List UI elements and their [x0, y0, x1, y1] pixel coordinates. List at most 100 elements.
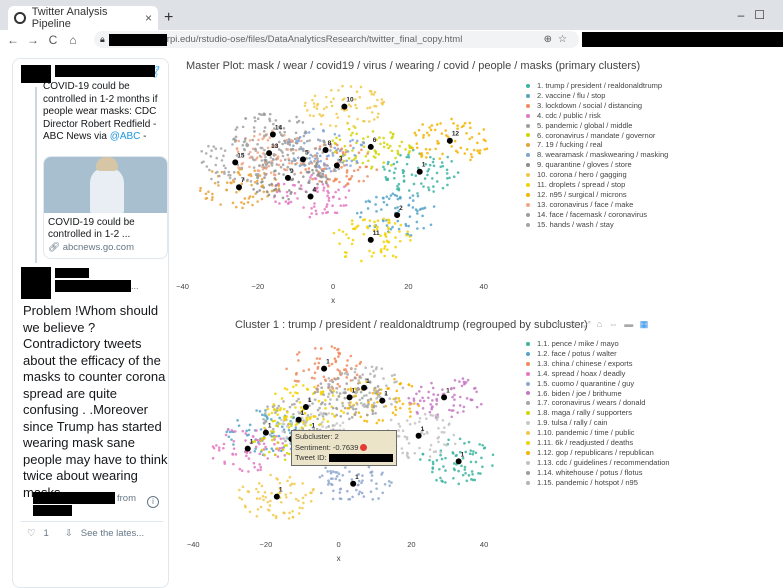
legend-item[interactable]: 4. cdc / public / risk: [526, 111, 668, 121]
legend-item[interactable]: 5. pandemic / global / middle: [526, 121, 668, 131]
legend-item[interactable]: 1.13. cdc / guidelines / recommendation: [526, 458, 670, 468]
centroid-marker[interactable]: [307, 193, 314, 200]
centroid-label: 15: [237, 152, 245, 159]
zoom-icon[interactable]: ⊕☆: [544, 34, 573, 45]
data-point: [273, 442, 276, 446]
legend-item[interactable]: 1.6. biden / joe / brithume: [526, 389, 670, 399]
centroid-marker[interactable]: [295, 416, 302, 423]
centroid-marker[interactable]: [341, 103, 348, 110]
legend-item[interactable]: 1.2. face / potus / walter: [526, 349, 670, 359]
reload-icon[interactable]: C: [46, 33, 60, 47]
master-scatter-plot[interactable]: 123456789101112131415−40 −20 0 20 40x: [165, 79, 505, 311]
centroid-marker[interactable]: [236, 184, 242, 191]
back-icon[interactable]: ←: [6, 33, 20, 47]
centroid-marker[interactable]: [394, 212, 401, 219]
quoted-mention-link[interactable]: @ABC: [110, 131, 141, 142]
centroid-marker[interactable]: [441, 394, 448, 401]
see-latest-icon[interactable]: ⇩: [65, 528, 73, 539]
plot-toolbar[interactable]: ⊕ ⊖ ⤢ ⌂ ⇔ ▬ ▦: [555, 319, 650, 330]
legend-item[interactable]: 9. quarantine / gloves / store: [526, 160, 668, 170]
new-tab-icon[interactable]: +: [164, 9, 173, 27]
centroid-marker[interactable]: [379, 397, 386, 404]
plot2-legend[interactable]: 1.1. pence / mike / mayo 1.2. face / potu…: [526, 339, 670, 488]
legend-item[interactable]: 8. wearamask / maskwearing / masking: [526, 150, 668, 160]
legend-item[interactable]: 1.3. china / chinese / exports: [526, 359, 670, 369]
centroid-marker[interactable]: [262, 429, 269, 436]
legend-item[interactable]: 7. 19 / fucking / real: [526, 140, 668, 150]
legend-item[interactable]: 15. hands / wash / stay: [526, 220, 668, 230]
legend-item[interactable]: 14. face / facemask / coronavirus: [526, 210, 668, 220]
quoted-author-name[interactable]: [55, 65, 155, 77]
centroid-marker[interactable]: [300, 156, 306, 163]
legend-item[interactable]: 1.7. coronavirus / wears / donald: [526, 398, 670, 408]
data-point: [346, 150, 350, 153]
centroid-marker[interactable]: [321, 365, 328, 372]
data-point: [218, 174, 221, 178]
address-bar[interactable]: 🔒︎ rpi.edu/rstudio-ose/files/DataAnalyti…: [94, 31, 579, 48]
plotly-logo-icon[interactable]: ▦: [640, 319, 651, 329]
centroid-marker[interactable]: [244, 445, 251, 452]
window-controls[interactable]: –☐: [738, 8, 775, 22]
data-point: [436, 393, 440, 397]
legend-item[interactable]: 3. lockdown / social / distancing: [526, 101, 668, 111]
link-card[interactable]: COVID-19 could be controlled in 1-2 ... …: [43, 156, 168, 259]
data-point: [343, 406, 347, 410]
centroid-marker[interactable]: [232, 159, 239, 166]
close-tab-icon[interactable]: ×: [145, 11, 152, 25]
legend-item[interactable]: 1.1. pence / mike / mayo: [526, 339, 670, 349]
centroid-marker[interactable]: [367, 236, 374, 243]
data-point: [257, 481, 261, 485]
legend-item[interactable]: 1.14. whitehouse / potus / flotus: [526, 468, 670, 478]
author-handle[interactable]: [55, 280, 131, 292]
heart-icon[interactable]: ♡: [27, 528, 36, 539]
centroid-marker[interactable]: [367, 143, 374, 150]
info-icon[interactable]: i: [147, 496, 159, 508]
legend-item[interactable]: 2. vaccine / flu / stop: [526, 91, 668, 101]
legend-item[interactable]: 1.9. tulsa / rally / cain: [526, 418, 670, 428]
legend-item[interactable]: 1.10. pandemic / time / public: [526, 428, 670, 438]
legend-item[interactable]: 1.11. 6k / readjusted / deaths: [526, 438, 670, 448]
centroid-marker[interactable]: [284, 174, 291, 181]
centroid-marker[interactable]: [346, 394, 353, 401]
data-point: [415, 410, 419, 414]
see-latest-link[interactable]: See the lates...: [81, 528, 144, 539]
legend-item[interactable]: 1.5. cuomo / quarantine / guy: [526, 379, 670, 389]
centroid-marker[interactable]: [446, 137, 453, 144]
legend-item[interactable]: 6. coronavirus / mandate / governor: [526, 131, 668, 141]
legend-item[interactable]: 12. n95 / surgical / microns: [526, 190, 668, 200]
legend-item[interactable]: 1.15. pandemic / hotspot / n95: [526, 478, 670, 488]
author-avatar[interactable]: [21, 267, 51, 299]
legend-item[interactable]: 13. coronavirus / face / make: [526, 200, 668, 210]
centroid-marker[interactable]: [415, 432, 422, 439]
legend-item[interactable]: 11. droplets / spread / stop: [526, 180, 668, 190]
data-point: [214, 171, 218, 175]
data-point: [345, 382, 349, 385]
legend-item[interactable]: 1.8. maga / rally / supporters: [526, 408, 670, 418]
centroid-marker[interactable]: [302, 404, 309, 410]
centroid-marker[interactable]: [269, 131, 276, 138]
home-icon[interactable]: ⌂: [66, 33, 80, 47]
centroid-marker[interactable]: [333, 162, 340, 169]
legend-item[interactable]: 1.4. spread / hoax / deadly: [526, 369, 670, 379]
legend-item[interactable]: 1.12. gop / republicans / republican: [526, 448, 670, 458]
plot1-legend[interactable]: 1. trump / president / realdonaldtrump 2.…: [526, 81, 668, 230]
centroid-marker[interactable]: [361, 384, 368, 391]
centroid-marker[interactable]: [322, 147, 329, 154]
legend-item[interactable]: 1. trump / president / realdonaldtrump: [526, 81, 668, 91]
centroid-label: 14: [275, 125, 283, 132]
tab-twitter-analysis[interactable]: Twitter Analysis Pipeline ×: [8, 6, 158, 30]
tweet-timestamp[interactable]: [33, 492, 115, 504]
forward-icon[interactable]: →: [26, 33, 40, 47]
centroid-marker[interactable]: [350, 480, 357, 487]
centroid-marker[interactable]: [455, 458, 462, 465]
centroid-marker[interactable]: [266, 150, 273, 157]
legend-item[interactable]: 10. corona / hero / gagging: [526, 170, 668, 180]
legend-swatch: [526, 192, 530, 197]
centroid-marker[interactable]: [273, 493, 280, 500]
data-point: [356, 117, 359, 121]
author-name[interactable]: [55, 268, 89, 278]
data-point: [326, 177, 329, 181]
centroid-marker[interactable]: [416, 168, 423, 175]
tweet-source[interactable]: [33, 505, 72, 516]
data-point: [261, 137, 264, 141]
